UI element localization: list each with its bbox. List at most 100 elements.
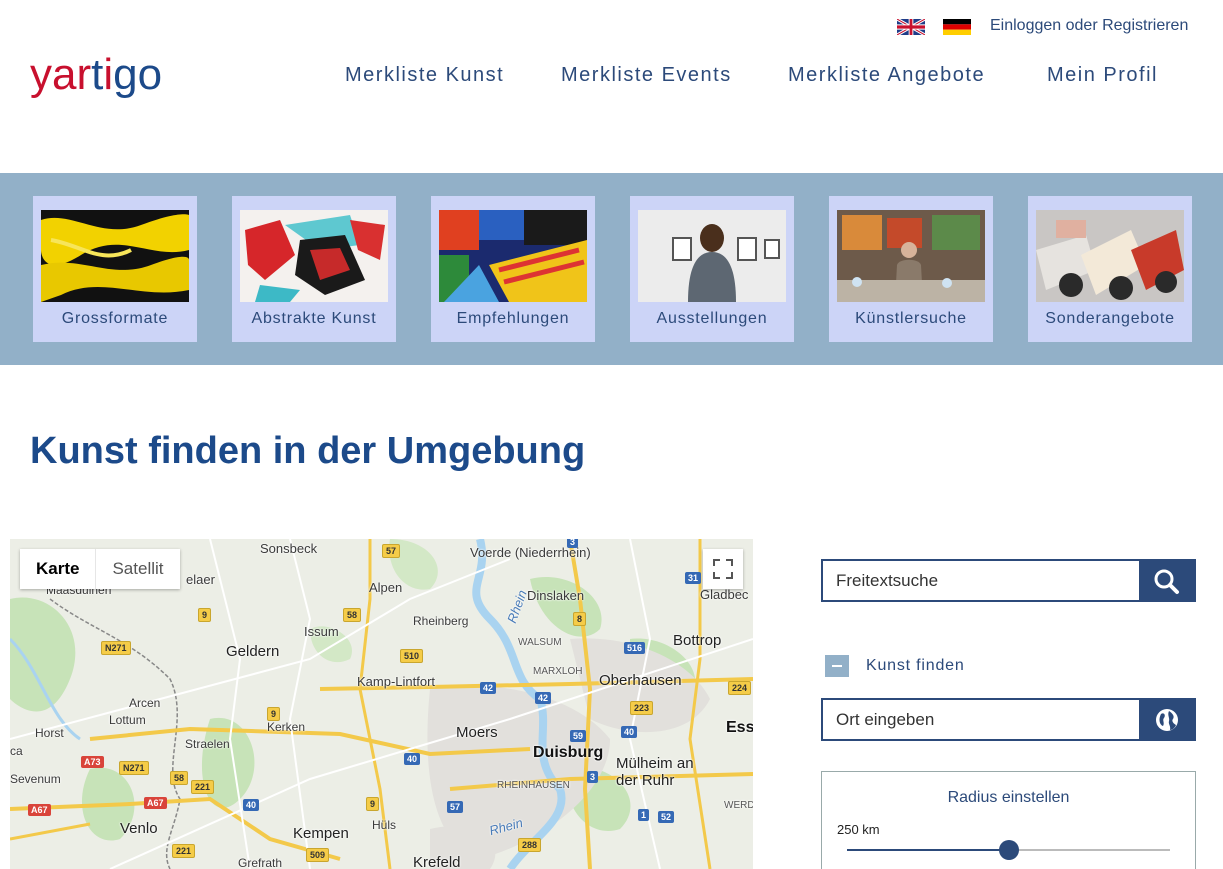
map-place-label: Oberhausen — [599, 672, 682, 689]
road-shield: 42 — [535, 692, 552, 704]
road-shield: A67 — [144, 797, 167, 809]
map-place-label: Hüls — [372, 818, 397, 832]
radius-slider-fill — [847, 849, 1009, 851]
freitext-search-input[interactable] — [823, 561, 1140, 600]
road-shield: 59 — [570, 730, 587, 742]
map-place-label: Dinslaken — [527, 588, 585, 603]
map-place-label: WERDE — [724, 800, 753, 811]
nav-mein-profil[interactable]: Mein Profil — [1047, 64, 1158, 87]
map-place-label: Gladbec — [700, 587, 749, 602]
map-place-label: ca — [10, 744, 23, 758]
abstrakte-kunst-image — [240, 210, 388, 302]
nav-merkliste-angebote[interactable]: Merkliste Angebote — [788, 64, 985, 87]
road-shield: 52 — [658, 811, 675, 823]
category-label: Abstrakte Kunst — [251, 310, 377, 327]
freitext-search-field — [821, 559, 1196, 602]
road-shield: N271 — [119, 761, 149, 775]
logo[interactable]: yartigo — [30, 50, 162, 100]
collapse-toggle-button[interactable] — [825, 655, 849, 677]
map-place-label: Rheinberg — [413, 614, 469, 628]
search-button[interactable] — [1139, 561, 1194, 600]
radius-slider-handle[interactable] — [998, 840, 1019, 860]
kuenstlersuche-image — [837, 210, 985, 302]
map-place-label: Bottrop — [673, 632, 722, 649]
category-tile-grossformate[interactable]: Grossformate — [33, 196, 197, 342]
map-place-label: Straelen — [185, 737, 230, 751]
road-shield: 42 — [480, 682, 497, 694]
map-place-label: Mülheim an der Ruhr — [616, 755, 711, 789]
page-heading: Kunst finden in der Umgebung — [30, 430, 586, 472]
road-shield: A67 — [28, 804, 51, 816]
road-shield: 9 — [366, 797, 380, 811]
radius-panel: Radius einstellen 250 km — [821, 771, 1196, 869]
logo-part-4: go — [113, 50, 163, 99]
map-place-label: elaer — [186, 572, 215, 587]
road-shield: 8 — [573, 612, 587, 626]
nav-merkliste-kunst[interactable]: Merkliste Kunst — [345, 64, 504, 87]
road-shield: 40 — [621, 726, 638, 738]
road-shield: A73 — [81, 756, 104, 768]
road-shield: 40 — [404, 753, 421, 765]
road-shield: 3 — [567, 539, 579, 548]
map-place-label: Grefrath — [238, 856, 283, 869]
map-place-label: MARXLOH — [533, 666, 583, 677]
road-shield: 31 — [685, 572, 702, 584]
map-place-label: Duisburg — [533, 744, 604, 761]
map-place-label: RHEINHAUSEN — [497, 780, 570, 791]
fullscreen-button[interactable] — [703, 549, 743, 589]
road-shield: 224 — [728, 681, 752, 695]
radius-title: Radius einstellen — [947, 789, 1070, 806]
map-place-label: Horst — [35, 726, 64, 740]
category-label: Empfehlungen — [456, 310, 570, 327]
road-shield: 58 — [343, 608, 362, 622]
map-place-label: Issum — [304, 624, 339, 639]
logo-part-1: yar — [30, 50, 92, 99]
road-shield: 516 — [624, 642, 646, 654]
fullscreen-icon — [713, 559, 733, 579]
road-shield: 58 — [170, 771, 189, 785]
map-place-label: Moers — [456, 724, 498, 741]
category-tile-ausstellungen[interactable]: Ausstellungen — [630, 196, 794, 342]
map-place-label: Kempen — [293, 825, 349, 842]
map-place-label: Lottum — [109, 713, 146, 727]
login-register-link[interactable]: Einloggen oder Registrieren — [990, 17, 1188, 35]
category-label: Ausstellungen — [656, 310, 768, 327]
category-tile-kuenstlersuche[interactable]: Künstlersuche — [829, 196, 993, 342]
nav-merkliste-events[interactable]: Merkliste Events — [561, 64, 732, 87]
locate-button[interactable] — [1139, 700, 1194, 739]
road-shield: 9 — [198, 608, 212, 622]
grossformate-image — [41, 210, 189, 302]
german-flag-icon[interactable] — [943, 19, 971, 35]
empfehlungen-image — [439, 210, 587, 302]
map-place-label: Kamp-Lintfort — [357, 674, 436, 689]
map-type-satellit-button[interactable]: Satellit — [95, 549, 179, 589]
road-shield: 40 — [243, 799, 260, 811]
map-place-label: Ess — [726, 719, 753, 736]
muelheim-label: Mülheim an der Ruhr — [616, 755, 694, 789]
map-type-karte-button[interactable]: Karte — [20, 549, 95, 589]
ausstellungen-image — [638, 210, 786, 302]
logo-part-2: t — [91, 50, 104, 99]
map-type-control: Karte Satellit — [20, 549, 180, 589]
road-shield: N271 — [101, 641, 131, 655]
category-label: Künstlersuche — [855, 310, 967, 327]
map-place-label: Arcen — [129, 696, 161, 710]
category-tile-abstrakte-kunst[interactable]: Abstrakte Kunst — [232, 196, 396, 342]
english-flag-icon[interactable] — [897, 19, 925, 35]
road-shield: 1 — [638, 809, 650, 821]
road-shield: 223 — [630, 701, 654, 715]
category-tile-sonderangebote[interactable]: Sonderangebote — [1028, 196, 1192, 342]
map-place-label: Sevenum — [10, 772, 61, 786]
road-shield: 57 — [382, 544, 401, 558]
road-shield: 221 — [172, 844, 196, 858]
minus-icon — [832, 665, 842, 667]
kunst-finden-label[interactable]: Kunst finden — [866, 657, 965, 675]
map-place-label: WALSUM — [518, 637, 562, 648]
map-place-label: Geldern — [226, 643, 280, 660]
sonderangebote-image — [1036, 210, 1184, 302]
map[interactable]: Sonsbeck Voerde (Niederrhein) Gladbec el… — [10, 539, 753, 869]
category-tile-empfehlungen[interactable]: Empfehlungen — [431, 196, 595, 342]
search-icon — [1154, 569, 1179, 594]
location-input[interactable] — [823, 700, 1140, 739]
globe-icon — [1156, 709, 1178, 731]
